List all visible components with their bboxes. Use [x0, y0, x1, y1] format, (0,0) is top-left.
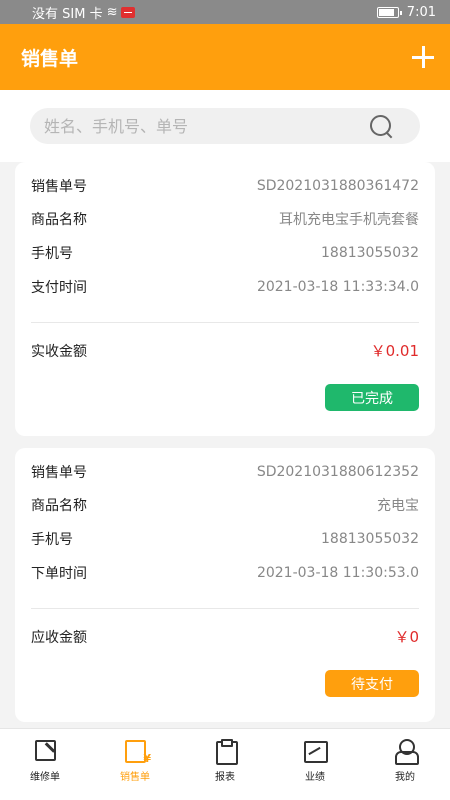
product-value: 耳机充电宝手机壳套餐 [279, 212, 419, 228]
add-icon[interactable] [410, 44, 436, 70]
completed-status-button[interactable]: 已完成 [325, 384, 419, 411]
report-icon [213, 738, 238, 765]
phone-row: 手机号 18813055032 [31, 529, 419, 549]
user-icon [393, 738, 419, 765]
no-sim-icon [121, 6, 136, 18]
nav-item-repair[interactable]: 维修单 [0, 729, 90, 800]
search-icon[interactable] [368, 113, 394, 139]
time-value: 2021-03-18 11:30:53.0 [256, 565, 419, 581]
nav-label: 我的 [395, 772, 415, 783]
product-row: 商品名称 耳机充电宝手机壳套餐 [31, 209, 419, 229]
order-card[interactable]: 销售单号 SD2021031880612352 商品名称 充电宝 手机号 188… [15, 448, 435, 722]
nav-label: 销售单 [120, 772, 150, 783]
search-area [0, 90, 450, 162]
time-label: 下单时间 [31, 566, 87, 582]
nav-item-report[interactable]: 报表 [180, 729, 270, 800]
nav-label: 业绩 [305, 772, 325, 783]
phone-label: 手机号 [31, 246, 73, 262]
time-value: 2021-03-18 11:33:34.0 [256, 279, 419, 295]
order-no-label: 销售单号 [31, 179, 87, 195]
order-no-row: 销售单号 SD2021031880361472 [31, 176, 419, 196]
phone-label: 手机号 [31, 532, 73, 548]
product-label: 商品名称 [31, 498, 87, 514]
search-input[interactable] [44, 116, 368, 136]
order-no-row: 销售单号 SD2021031880612352 [31, 462, 419, 482]
product-row: 商品名称 充电宝 [31, 495, 419, 515]
order-no-value: SD2021031880361472 [256, 178, 419, 194]
status-bar: 没有 SIM 卡 ≋ 7:01 [0, 0, 450, 24]
order-no-value: SD2021031880612352 [256, 464, 419, 480]
pending-payment-button[interactable]: 待支付 [325, 670, 419, 697]
nav-label: 报表 [215, 772, 235, 783]
phone-value: 18813055032 [321, 531, 419, 547]
amount-label: 实收金额 [31, 343, 87, 360]
product-value: 充电宝 [377, 498, 419, 514]
status-left: 没有 SIM 卡 ≋ [32, 3, 136, 22]
nav-item-mine[interactable]: 我的 [360, 729, 450, 800]
order-no-label: 销售单号 [31, 465, 87, 481]
nav-item-sales[interactable]: 销售单 [90, 729, 180, 800]
search-box [30, 108, 420, 144]
page-title: 销售单 [21, 47, 79, 70]
nav-item-performance[interactable]: 业绩 [270, 729, 360, 800]
time-label: 支付时间 [31, 280, 87, 296]
performance-icon [303, 738, 328, 763]
amount-label: 应收金额 [31, 629, 87, 646]
time-row: 支付时间 2021-03-18 11:33:34.0 [31, 277, 419, 297]
carrier-text: 没有 SIM 卡 [32, 6, 103, 22]
status-right: 7:01 [376, 4, 436, 20]
product-label: 商品名称 [31, 212, 87, 228]
amount-row: 应收金额 ￥0 [31, 626, 419, 647]
repair-order-icon [33, 738, 57, 762]
amount-value: ￥0.01 [370, 342, 419, 360]
app-header: 销售单 [0, 24, 450, 90]
battery-icon [376, 6, 402, 18]
nav-label: 维修单 [30, 772, 60, 783]
bottom-nav: 维修单 销售单 报表 业绩 我的 [0, 728, 450, 800]
amount-value: ￥0 [394, 628, 419, 646]
wifi-icon: ≋ [106, 4, 118, 20]
sales-order-icon [123, 738, 151, 765]
card-divider [31, 608, 419, 609]
phone-row: 手机号 18813055032 [31, 243, 419, 263]
amount-row: 实收金额 ￥0.01 [31, 340, 419, 361]
order-card[interactable]: 销售单号 SD2021031880361472 商品名称 耳机充电宝手机壳套餐 … [15, 162, 435, 436]
phone-value: 18813055032 [321, 245, 419, 261]
clock: 7:01 [406, 4, 436, 20]
card-divider [31, 322, 419, 323]
time-row: 下单时间 2021-03-18 11:30:53.0 [31, 563, 419, 583]
